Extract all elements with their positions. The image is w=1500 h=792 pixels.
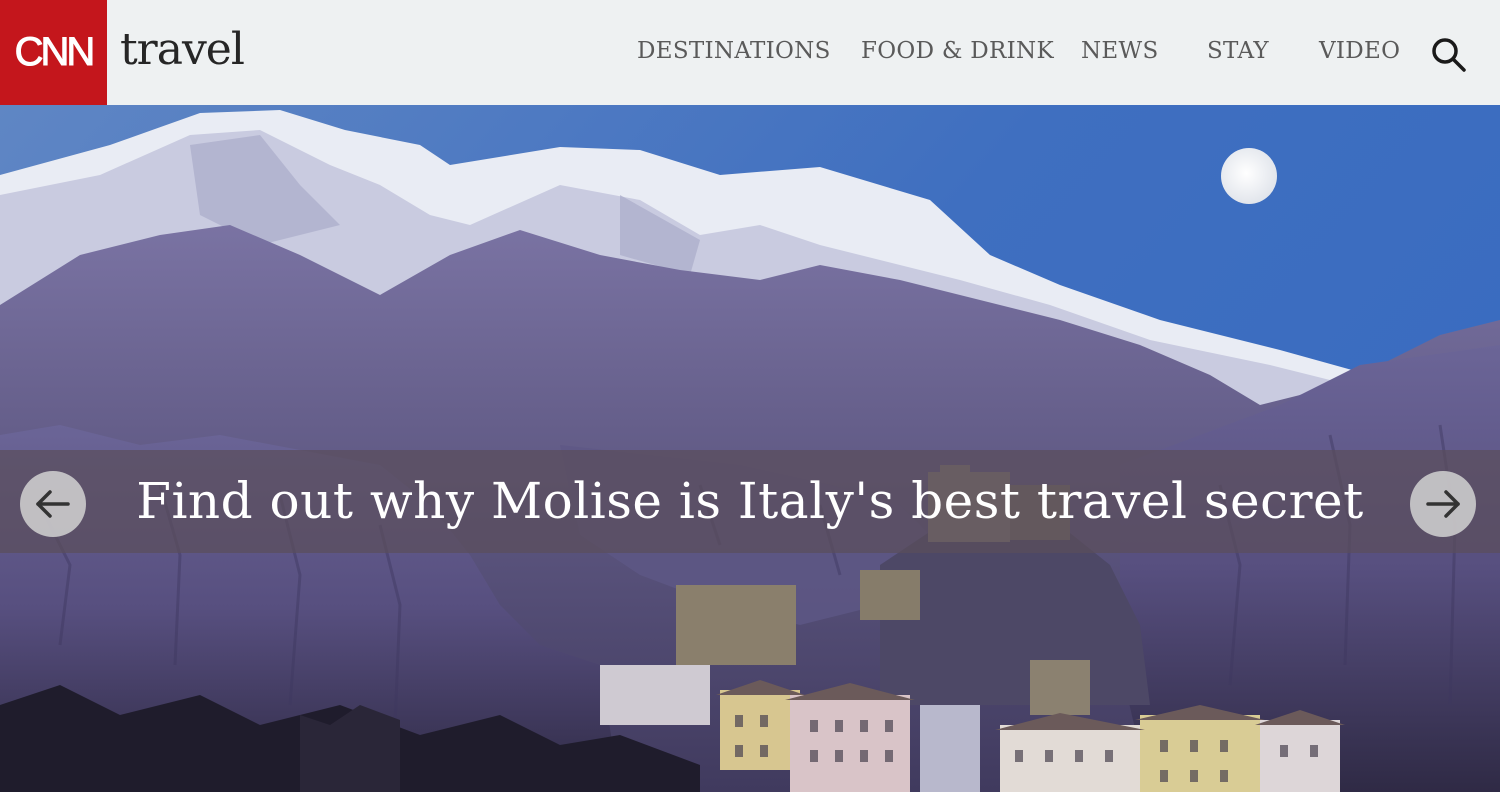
arrow-right-icon <box>1426 490 1460 518</box>
nav-item-destinations[interactable]: DESTINATIONS <box>637 38 831 64</box>
search-button[interactable] <box>1428 34 1468 74</box>
nav-item-food-drink[interactable]: FOOD & DRINK <box>861 38 1054 64</box>
nav-item-stay[interactable]: STAY <box>1207 38 1269 64</box>
search-icon <box>1432 38 1466 72</box>
carousel-prev-button[interactable] <box>20 471 86 537</box>
nav-item-news[interactable]: NEWS <box>1081 38 1159 64</box>
carousel-next-button[interactable] <box>1410 471 1476 537</box>
hero-carousel: Find out why Molise is Italy's best trav… <box>0 105 1500 792</box>
hero-headline[interactable]: Find out why Molise is Italy's best trav… <box>0 450 1500 553</box>
hero-image <box>0 105 1500 792</box>
nav-item-video[interactable]: VIDEO <box>1319 38 1400 64</box>
arrow-left-icon <box>36 490 70 518</box>
brand-travel-label[interactable]: travel <box>120 24 245 75</box>
site-header: CNN travel DESTINATIONS FOOD & DRINK NEW… <box>0 0 1500 105</box>
cnn-logo[interactable]: CNN <box>0 0 107 105</box>
cnn-logo-text: CNN <box>14 30 96 75</box>
